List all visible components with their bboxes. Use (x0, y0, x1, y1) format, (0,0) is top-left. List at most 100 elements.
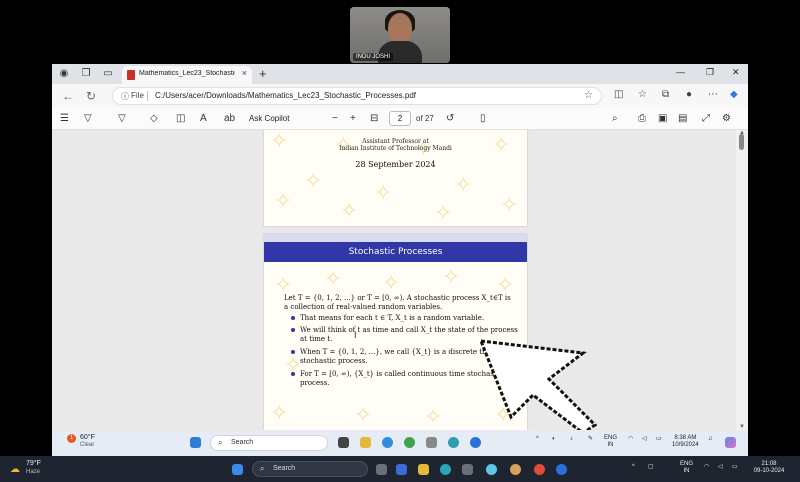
host-meet-icon[interactable] (396, 464, 407, 475)
host-start-icon[interactable] (232, 464, 243, 475)
zoom-out-button[interactable]: − (332, 113, 338, 124)
tab-pdf[interactable]: Mathematics_Lec23_Stochastic_Pr × (122, 66, 252, 84)
url-separator (147, 91, 148, 101)
tab-actions-icon[interactable]: ▭ (102, 68, 114, 80)
host-chrome-icon[interactable] (534, 464, 545, 475)
settings-app-icon[interactable] (426, 437, 437, 448)
screen: INDU JOSHI ◉ ❐ ▭ Mathematics_Lec23_Stoch… (0, 0, 800, 482)
host-clock-time: 21:08 (761, 461, 777, 467)
clock[interactable]: 8:38 AM 10/9/2024 (672, 435, 699, 449)
read-aloud-icon[interactable]: A (200, 113, 207, 124)
draw-icon[interactable]: ▽ (118, 113, 126, 124)
page-number-input[interactable]: 2 (389, 111, 411, 126)
tray-app-icon[interactable]: ◐ (552, 436, 556, 443)
rotate-icon[interactable]: ↺ (446, 113, 454, 124)
copilot-taskbar-icon[interactable] (725, 437, 736, 448)
close-tab-icon[interactable]: × (242, 68, 247, 78)
host-battery-icon[interactable]: ▭ (732, 464, 738, 471)
mic-icon[interactable]: ♪ (570, 436, 573, 443)
favorites-icon[interactable]: ☆ (638, 89, 647, 100)
wifi-icon[interactable]: ◠ (628, 436, 633, 443)
pdf-viewer[interactable]: ✧ ✧ ✧ ✧ ✧ ✧ ✧ ✧ ✧ ✧ ✧ Assistant Professor at … (52, 130, 748, 430)
host-language-indicator[interactable]: ENG IN (680, 461, 693, 475)
app-icon[interactable] (448, 437, 459, 448)
page-total: of 27 (416, 114, 434, 123)
chrome-icon[interactable] (404, 437, 415, 448)
host-zoom-icon[interactable] (556, 464, 567, 475)
contents-icon[interactable]: ☰ (60, 113, 69, 124)
more-menu-icon[interactable]: ⋯ (708, 89, 718, 100)
save-icon[interactable]: ▤ (678, 113, 687, 124)
refresh-button[interactable]: ↻ (86, 89, 96, 103)
profile-icon[interactable]: ◉ (58, 68, 70, 80)
host-clock[interactable]: 21:08 09-10-2024 (742, 461, 796, 475)
battery-icon[interactable]: ▭ (656, 436, 662, 443)
vertical-scrollbar[interactable]: ▲ ▼ (736, 130, 748, 430)
erase-icon[interactable]: ◇ (150, 113, 158, 124)
file-explorer-icon[interactable] (360, 437, 371, 448)
host-tray-chevron-icon[interactable]: ^ (632, 464, 635, 471)
address-bar: ← ↻ ⓘ File C:/Users/acer/Downloads/Mathe… (52, 84, 748, 108)
bullet-3-text-b: stochastic process. (300, 357, 368, 365)
back-button[interactable]: ← (62, 89, 74, 103)
intro-line-2: a collection of real-valued random varia… (284, 303, 443, 311)
host-app-tray-icon[interactable]: ▢ (648, 464, 654, 471)
split-screen-icon[interactable]: ◫ (614, 89, 623, 100)
url-field[interactable]: ⓘ File C:/Users/acer/Downloads/Mathemati… (112, 87, 602, 105)
host-search-box[interactable]: ⌕ Search (252, 461, 368, 477)
translate-icon[interactable]: ab (224, 113, 235, 124)
weather-temp[interactable]: 60°F (80, 434, 95, 441)
host-react-icon[interactable] (486, 464, 497, 475)
host-app-icon[interactable] (462, 464, 473, 475)
pen-icon[interactable]: ✎ (588, 436, 593, 443)
workspaces-icon[interactable]: ❐ (80, 68, 92, 80)
language-region: IN (607, 442, 614, 448)
task-view-icon[interactable] (338, 437, 349, 448)
scrollbar-thumb[interactable] (739, 134, 744, 150)
edge-icon[interactable] (382, 437, 393, 448)
search-icon[interactable]: ⌕ (612, 113, 618, 124)
favorite-star-icon[interactable]: ☆ (584, 90, 593, 101)
search-glass-icon: ⌕ (218, 438, 223, 447)
ask-copilot-button[interactable]: Ask Copilot (249, 114, 289, 123)
language-indicator[interactable]: ENG IN (604, 435, 617, 449)
new-tab-button[interactable]: + (259, 66, 267, 81)
language-code: ENG (604, 435, 618, 441)
volume-icon[interactable]: ◁ (642, 436, 647, 443)
close-window-button[interactable]: ✕ (732, 67, 740, 78)
host-clock-date: 09-10-2024 (753, 468, 785, 474)
info-icon: ⓘ (121, 92, 129, 101)
save-as-icon[interactable]: ▣ (658, 113, 667, 124)
minimize-button[interactable]: — (676, 67, 685, 77)
host-edge-icon[interactable] (440, 464, 451, 475)
maximize-button[interactable]: ❐ (706, 67, 714, 78)
host-weather-temp[interactable]: 79°F (26, 460, 41, 467)
host-language-region: IN (683, 468, 690, 474)
notification-bell-icon[interactable]: ♫ (708, 436, 713, 443)
collections-icon[interactable]: ⧉ (662, 89, 669, 100)
host-file-explorer-icon[interactable] (418, 464, 429, 475)
print-icon[interactable]: ⎙ (638, 113, 646, 124)
bullet-4 (291, 372, 295, 376)
start-icon[interactable] (190, 437, 201, 448)
copilot-icon[interactable]: ◆ (730, 89, 738, 100)
zoom-in-button[interactable]: + (350, 113, 356, 124)
two-page-icon[interactable]: ▯ (480, 113, 486, 124)
expand-icon[interactable]: ⤢ (702, 113, 710, 124)
page-view-icon[interactable]: ◫ (176, 113, 185, 124)
settings-gear-icon[interactable]: ⚙ (722, 113, 731, 124)
search-box[interactable]: ⌕ Search (210, 435, 328, 451)
host-task-view-icon[interactable] (376, 464, 387, 475)
extension-icon[interactable]: ● (686, 89, 692, 100)
host-volume-icon[interactable]: ◁ (718, 464, 723, 471)
url-scheme-label: File (131, 91, 144, 100)
fit-page-icon[interactable]: ⊟ (370, 113, 378, 124)
clock-time: 8:38 AM (674, 435, 697, 441)
zoom-app-icon[interactable] (470, 437, 481, 448)
host-wifi-icon[interactable]: ◠ (704, 464, 709, 471)
bullet-1-text: That means for each t ∈ T, X_t is a rand… (300, 314, 485, 322)
tray-chevron-icon[interactable]: ^ (536, 436, 539, 443)
host-avatar-icon[interactable] (510, 464, 521, 475)
filter-icon[interactable]: ▽ (84, 113, 92, 124)
edge-window: ◉ ❐ ▭ Mathematics_Lec23_Stochastic_Pr × … (52, 64, 748, 456)
